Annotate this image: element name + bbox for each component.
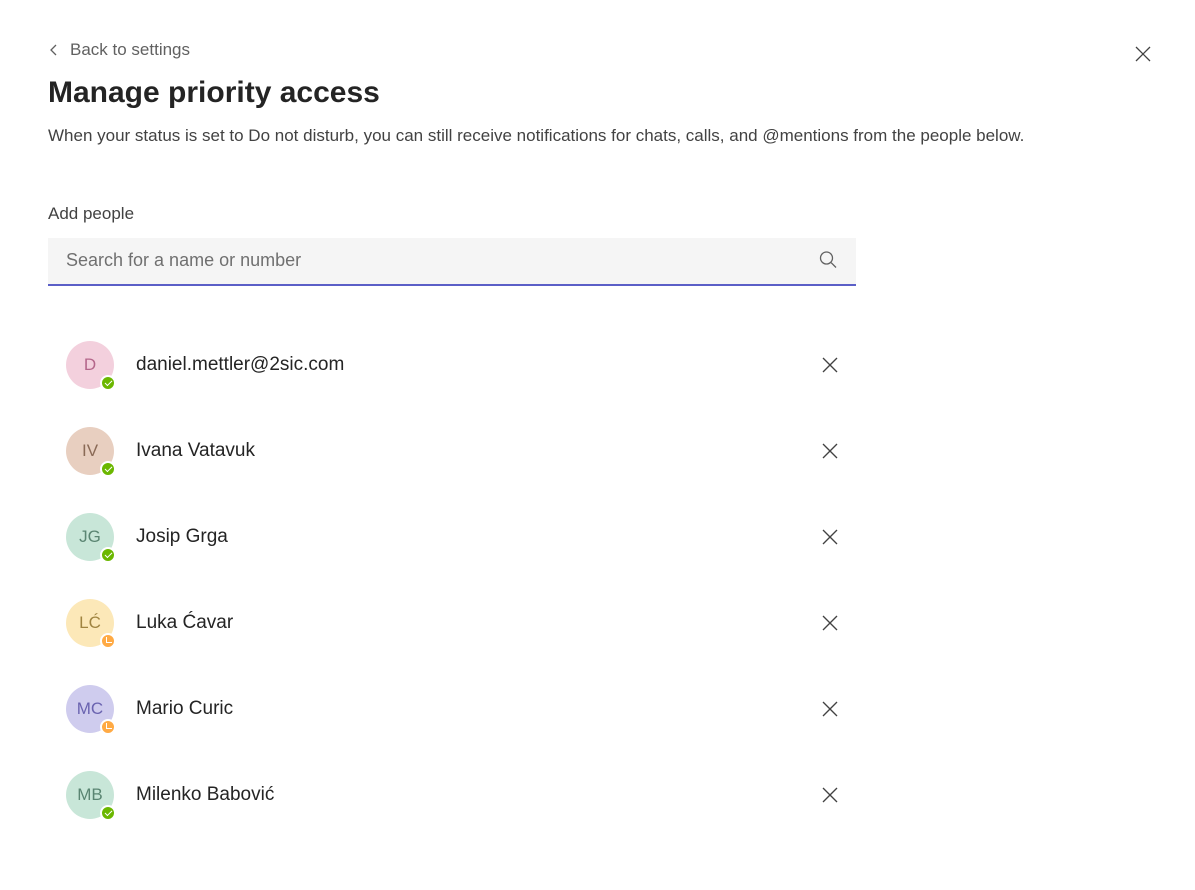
close-icon [822, 443, 838, 459]
chevron-left-icon [48, 44, 60, 56]
person-name: Milenko Babović [136, 784, 810, 806]
remove-person-button[interactable] [810, 431, 850, 471]
close-icon [822, 701, 838, 717]
avatar: MB [66, 771, 114, 819]
remove-person-button[interactable] [810, 603, 850, 643]
avatar: MC [66, 685, 114, 733]
remove-person-button[interactable] [810, 775, 850, 815]
person-row: LĆ Luka Ćavar [48, 580, 856, 666]
presence-available-icon [100, 805, 116, 821]
person-name: Josip Grga [136, 526, 810, 548]
presence-available-icon [100, 375, 116, 391]
person-row: JG Josip Grga [48, 494, 856, 580]
person-name: Luka Ćavar [136, 612, 810, 634]
presence-away-icon [100, 633, 116, 649]
close-icon [822, 357, 838, 373]
person-name: daniel.mettler@2sic.com [136, 354, 810, 376]
close-icon [822, 787, 838, 803]
presence-away-icon [100, 719, 116, 735]
avatar: D [66, 341, 114, 389]
close-button[interactable] [1131, 42, 1155, 66]
page-title: Manage priority access [48, 76, 1147, 110]
remove-person-button[interactable] [810, 345, 850, 385]
avatar: JG [66, 513, 114, 561]
back-link-label: Back to settings [70, 40, 190, 60]
avatar: IV [66, 427, 114, 475]
presence-available-icon [100, 461, 116, 477]
search-field-wrap [48, 238, 856, 286]
back-to-settings-link[interactable]: Back to settings [48, 40, 190, 60]
avatar: LĆ [66, 599, 114, 647]
person-name: Ivana Vatavuk [136, 440, 810, 462]
page-description: When your status is set to Do not distur… [48, 124, 1147, 148]
add-people-label: Add people [48, 204, 1147, 224]
person-row: MB Milenko Babović [48, 752, 856, 838]
close-icon [822, 529, 838, 545]
search-input[interactable] [48, 238, 856, 286]
people-list: Ddaniel.mettler@2sic.com IV Ivana Vatavuk J… [48, 322, 856, 838]
presence-available-icon [100, 547, 116, 563]
person-name: Mario Curic [136, 698, 810, 720]
person-row: MC Mario Curic [48, 666, 856, 752]
close-icon [822, 615, 838, 631]
remove-person-button[interactable] [810, 517, 850, 557]
person-row: IV Ivana Vatavuk [48, 408, 856, 494]
remove-person-button[interactable] [810, 689, 850, 729]
person-row: Ddaniel.mettler@2sic.com [48, 322, 856, 408]
close-icon [1135, 46, 1151, 62]
